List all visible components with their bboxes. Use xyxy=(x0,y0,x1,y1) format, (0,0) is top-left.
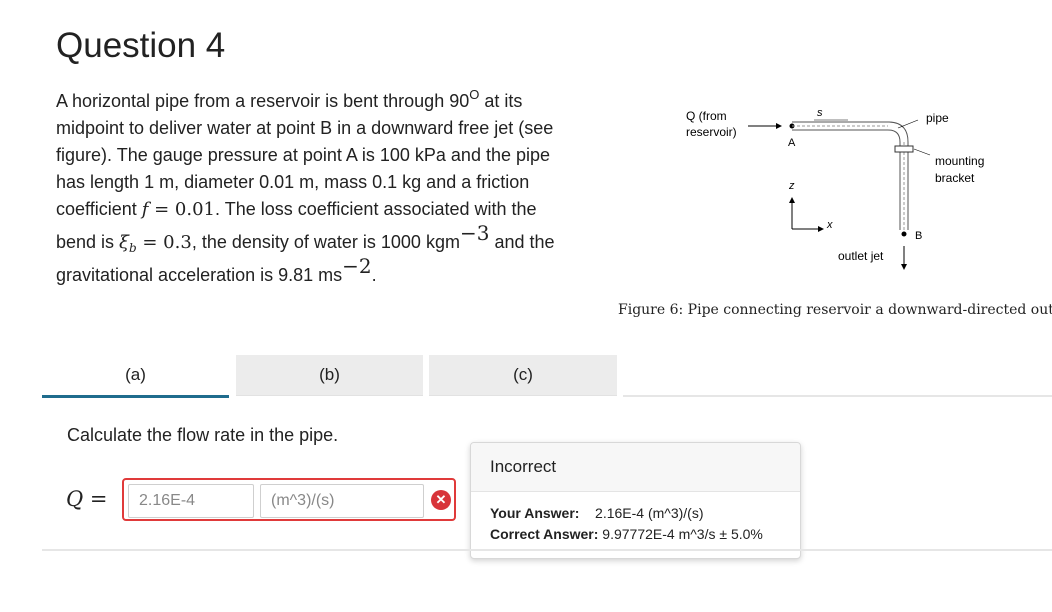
degree-symbol: O xyxy=(469,87,480,102)
problem-line-1: A horizontal pipe from a reservoir is be… xyxy=(56,87,523,111)
section-divider xyxy=(42,549,1052,551)
pipe-figure: Q (from reservoir) A s pipe mounting bra… xyxy=(678,100,1052,275)
tab-part-a[interactable]: (a) xyxy=(42,355,229,398)
problem-line-4: has length 1 m, diameter 0.01 m, mass 0.… xyxy=(56,172,530,192)
figure-caption: Figure 6: Pipe connecting reservoir a do… xyxy=(618,302,1052,318)
problem-line-3: figure). The gauge pressure at point A i… xyxy=(56,145,551,165)
figure-label-bracket: bracket xyxy=(935,171,975,185)
figure-label-pipe: pipe xyxy=(926,111,949,125)
part-prompt: Calculate the flow rate in the pipe. xyxy=(67,425,339,445)
figure-label-q: Q (from xyxy=(686,109,727,123)
figure-label-z: z xyxy=(788,180,795,192)
answer-unit-input[interactable] xyxy=(260,484,424,518)
answer-group xyxy=(122,478,456,521)
problem-line-6: bend is ξb = 0.3, the density of water i… xyxy=(56,221,555,255)
feedback-popover: Incorrect Your Answer: 2.16E-4 (m^3)/(s)… xyxy=(470,442,801,559)
question-title: Question 4 xyxy=(56,26,226,65)
answer-value-input[interactable] xyxy=(128,484,254,518)
pipe-diagram: Q (from reservoir) A s pipe mounting bra… xyxy=(686,107,984,270)
x-icon[interactable]: ✕ xyxy=(431,490,451,510)
problem-line-2: midpoint to deliver water at point B in … xyxy=(56,118,554,138)
feedback-your-answer: Your Answer: 2.16E-4 (m^3)/(s) xyxy=(490,505,704,521)
tab-part-c[interactable]: (c) xyxy=(429,355,617,396)
figure-label-reservoir: reservoir) xyxy=(686,125,737,139)
figure-label-s: s xyxy=(817,107,823,119)
figure-label-b: B xyxy=(915,230,922,242)
figure-label-mounting: mounting xyxy=(935,154,984,168)
problem-line-7: gravitational acceleration is 9.81 ms−2. xyxy=(56,254,377,285)
tab-divider xyxy=(623,395,1052,397)
tab-part-b[interactable]: (b) xyxy=(236,355,423,396)
figure-label-a: A xyxy=(788,137,796,149)
feedback-status: Incorrect xyxy=(471,443,800,492)
figure-label-outlet: outlet jet xyxy=(838,249,884,263)
problem-line-5: coefficient f = 0.01. The loss coefficie… xyxy=(56,199,537,220)
part-tabs: (a) (b) (c) xyxy=(42,355,1052,398)
answer-label: Q = xyxy=(66,487,108,511)
problem-statement: A horizontal pipe from a reservoir is be… xyxy=(56,88,606,289)
figure-label-x: x xyxy=(826,219,833,231)
feedback-correct-answer: Correct Answer: 9.97772E-4 m^3/s ± 5.0% xyxy=(490,526,763,542)
